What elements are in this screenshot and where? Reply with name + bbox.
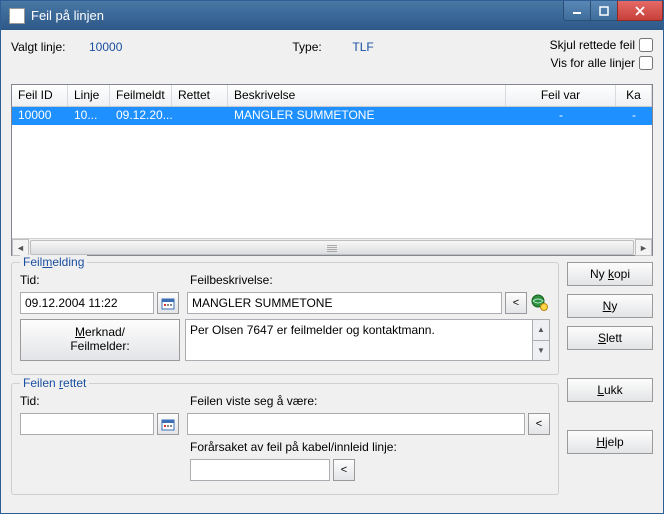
cell-feil-id: 10000 [12,107,68,125]
scroll-left-button[interactable]: ◄ [12,239,29,256]
lower-pane: Feilmelding Tid: Feilbeskrivelse: [11,262,653,503]
calendar-icon [161,417,175,431]
cell-beskrivelse: MANGLER SUMMETONE [228,107,506,125]
col-rettet[interactable]: Rettet [172,85,228,106]
vis-alle-row: Vis for alle linjer [551,56,653,70]
forarsaket-pick-button[interactable]: < [333,459,355,481]
col-beskrivelse[interactable]: Beskrivelse [228,85,506,106]
col-feil-var[interactable]: Feil var [506,85,616,106]
cell-feil-var: - [506,107,616,125]
close-icon [635,6,645,16]
viste-label: Feilen viste seg å være: [190,394,550,408]
grid-header[interactable]: Feil ID Linje Feilmeldt Rettet Beskrivel… [12,85,652,107]
cell-kabel: - [616,107,652,125]
skjul-rettede-checkbox[interactable] [639,38,653,52]
grid-body: 10000 10... 09.12.20... MANGLER SUMMETON… [12,107,652,238]
cell-feilmeldt: 09.12.20... [110,107,172,125]
calendar-button[interactable] [157,292,179,314]
feilen-rettet-group: Feilen rettet Tid: Feilen viste seg å væ… [11,383,559,495]
feilbeskrivelse-input[interactable] [187,292,502,314]
app-icon [9,8,25,24]
maximize-button[interactable] [590,1,618,21]
slett-button[interactable]: Slett [567,326,653,350]
feilbeskrivelse-label: Feilbeskrivelse: [190,273,550,287]
col-feilmeldt[interactable]: Feilmeldt [110,85,172,106]
feilbeskrivelse-pick-button[interactable]: < [505,292,527,314]
merknad-feilmelder-button[interactable]: Merknad/ Feilmelder: [20,319,180,361]
cell-linje: 10... [68,107,110,125]
minimize-button[interactable] [563,1,591,21]
tid-input[interactable] [20,292,154,314]
scroll-grip-icon [327,245,337,252]
minimize-icon [572,6,582,16]
rettet-calendar-button[interactable] [157,413,179,435]
app-window: Feil på linjen Valgt linje: 10000 Type: … [0,0,664,514]
rettet-legend: Feilen rettet [20,376,89,390]
horizontal-scrollbar[interactable]: ◄ ► [12,238,652,255]
valgt-linje-value: 10000 [89,40,122,54]
col-kabel[interactable]: Ka [616,85,652,106]
scroll-thumb[interactable] [30,240,634,255]
error-grid[interactable]: Feil ID Linje Feilmeldt Rettet Beskrivel… [11,84,653,256]
lukk-button[interactable]: Lukk [567,378,653,402]
valgt-linje-label: Valgt linje: [11,40,89,54]
spin-up-icon[interactable]: ▲ [533,320,549,341]
rettet-tid-label: Tid: [20,394,190,408]
client-area: Valgt linje: 10000 Type: TLF Skjul rette… [1,30,663,513]
merknad-line1: Merknad/ [75,325,125,339]
vis-alle-label: Vis for alle linjer [551,56,635,70]
feilmelding-group: Feilmelding Tid: Feilbeskrivelse: [11,262,559,375]
calendar-icon [161,296,175,310]
spin-down-icon[interactable]: ▼ [533,341,549,361]
feilmelding-legend: Feilmelding [20,255,87,269]
merknad-textarea[interactable] [185,319,533,361]
type-label: Type: [292,40,352,54]
rettet-tid-input[interactable] [20,413,154,435]
maximize-icon [599,6,609,16]
button-column: Ny kopi Ny Slett Lukk Hjelp [567,262,653,503]
window-controls [564,1,663,21]
link-button[interactable] [530,292,550,314]
close-button[interactable] [617,1,663,21]
form-column: Feilmelding Tid: Feilbeskrivelse: [11,262,559,503]
forarsaket-label: Forårsaket av feil på kabel/innleid linj… [190,440,397,454]
globe-link-icon [531,294,549,312]
textarea-spin[interactable]: ▲ ▼ [533,319,550,361]
table-row[interactable]: 10000 10... 09.12.20... MANGLER SUMMETON… [12,107,652,125]
viste-pick-button[interactable]: < [528,413,550,435]
skjul-rettede-label: Skjul rettede feil [550,38,635,52]
forarsaket-input[interactable] [190,459,330,481]
tid-label: Tid: [20,273,190,287]
viste-input[interactable] [187,413,525,435]
hjelp-button[interactable]: Hjelp [567,430,653,454]
ny-button[interactable]: Ny [567,294,653,318]
col-linje[interactable]: Linje [68,85,110,106]
ny-kopi-button[interactable]: Ny kopi [567,262,653,286]
cell-rettet [172,107,228,125]
vis-alle-checkbox[interactable] [639,56,653,70]
skjul-rettede-row: Skjul rettede feil [550,38,653,52]
col-feil-id[interactable]: Feil ID [12,85,68,106]
window-title: Feil på linjen [31,8,104,23]
type-value: TLF [352,40,373,54]
titlebar[interactable]: Feil på linjen [1,1,663,30]
scroll-right-button[interactable]: ► [635,239,652,256]
merknad-line2: Feilmelder: [70,339,129,353]
